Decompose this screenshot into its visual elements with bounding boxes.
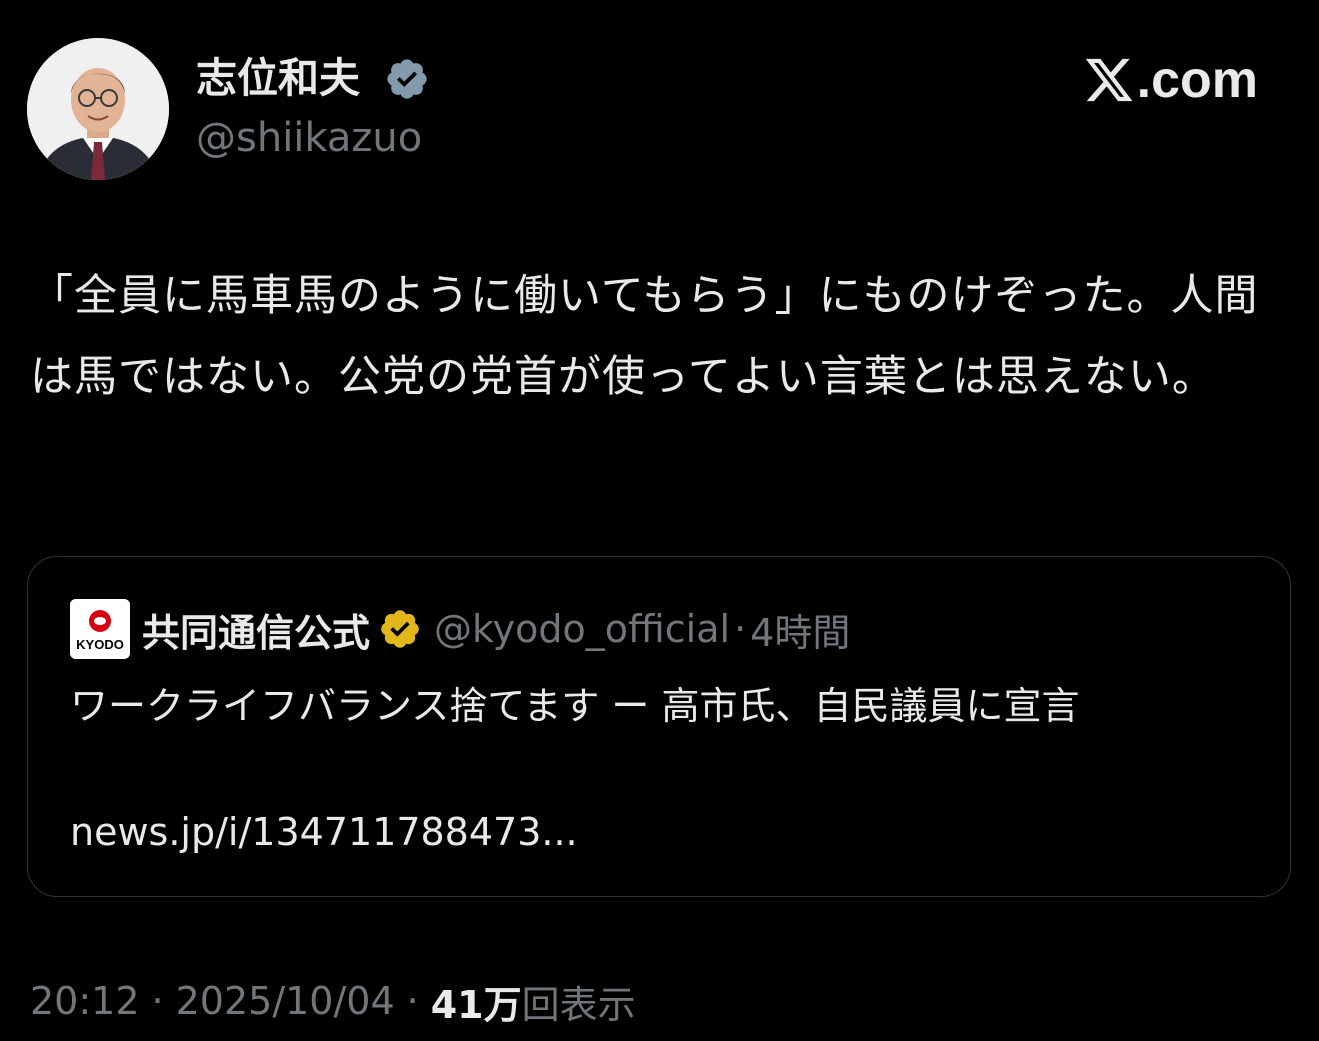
author-name[interactable]: 志位和夫	[196, 52, 360, 104]
quote-separator: ·	[734, 607, 747, 651]
meta-separator: ·	[151, 979, 164, 1023]
verified-badge-icon	[387, 59, 427, 99]
quote-link[interactable]: news.jp/i/134711788473...	[70, 803, 578, 861]
author-handle[interactable]: @shiikazuo	[196, 112, 422, 164]
tweet-time[interactable]: 20:12	[30, 979, 140, 1023]
meta-separator-2: ·	[406, 979, 419, 1023]
views-label: 回表示	[521, 982, 636, 1027]
site-logo: .com	[1058, 48, 1258, 112]
kyodo-logo-icon: KYODO	[70, 599, 130, 659]
avatar-photo	[27, 38, 169, 180]
x-logo-icon	[1085, 58, 1133, 102]
quote-tweet-card[interactable]: KYODO 共同通信公式 @kyodo_official · 4時間 ワークライ…	[27, 556, 1291, 897]
quote-timestamp[interactable]: 4時間	[750, 602, 850, 657]
site-domain: .com	[1136, 51, 1258, 109]
tweet-meta: 20:12 · 2025/10/04 · 41万 回表示	[30, 974, 636, 1028]
quote-author-handle[interactable]: @kyodo_official	[434, 607, 730, 651]
quote-author-name[interactable]: 共同通信公式	[142, 602, 370, 657]
views-count: 41万	[430, 982, 522, 1027]
kyodo-logo-text: KYODO	[76, 637, 124, 652]
quote-text: ワークライフバランス捨てます ー 高市氏、自民議員に宣言	[70, 684, 1080, 728]
tweet-date[interactable]: 2025/10/04	[176, 979, 395, 1023]
gold-verified-badge-icon	[381, 610, 419, 648]
avatar[interactable]	[27, 38, 169, 180]
quote-header: 共同通信公式 @kyodo_official · 4時間	[142, 601, 850, 657]
tweet-text: 「全員に馬車馬のように働いてもらう」にものけぞった。人間は馬ではない。公党の党首…	[30, 271, 1259, 402]
